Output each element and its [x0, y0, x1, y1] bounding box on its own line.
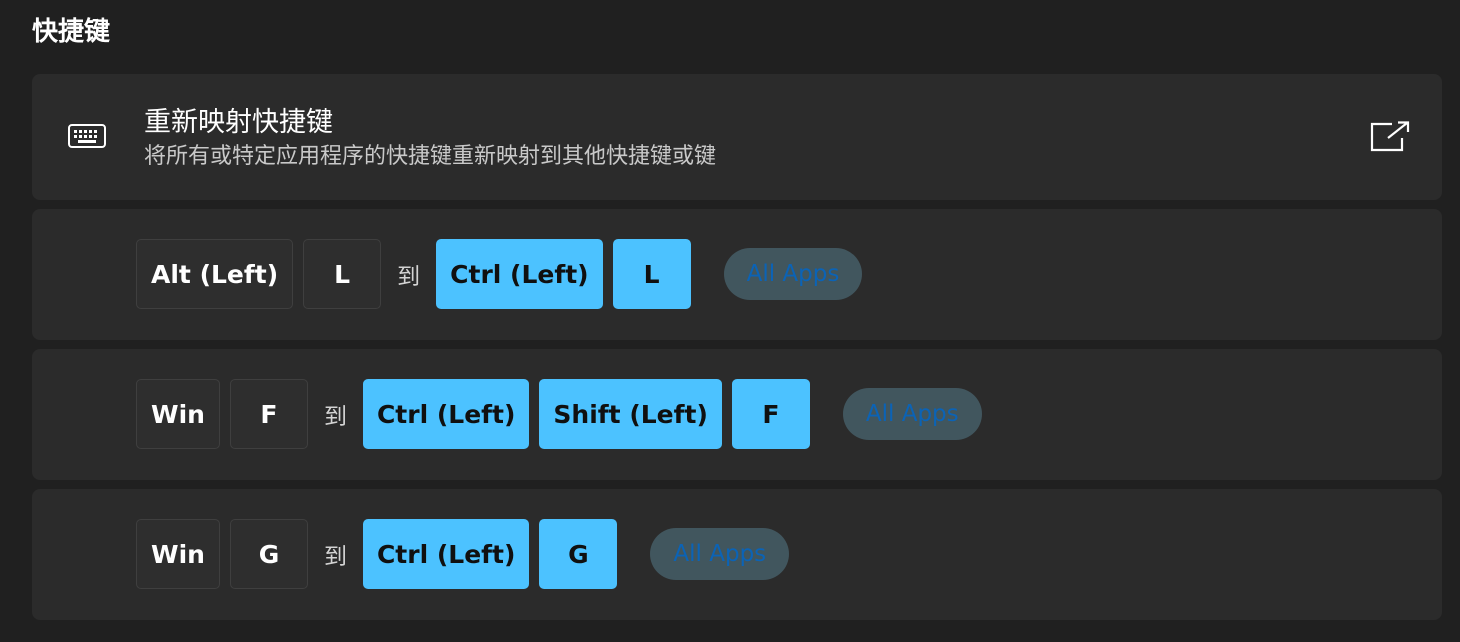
target-app-badge[interactable]: All Apps: [723, 248, 863, 300]
remap-shortcuts-card[interactable]: 重新映射快捷键 将所有或特定应用程序的快捷键重新映射到其他快捷键或键: [32, 74, 1442, 200]
source-key: F: [229, 379, 308, 449]
target-app-badge[interactable]: All Apps: [650, 528, 790, 580]
target-app-badge[interactable]: All Apps: [842, 388, 982, 440]
target-key: Shift (Left): [539, 379, 722, 449]
target-key: L: [612, 239, 691, 309]
mapping-separator-label: 到: [323, 544, 347, 570]
source-key: G: [229, 519, 308, 589]
remap-shortcuts-description: 将所有或特定应用程序的快捷键重新映射到其他快捷键或键: [144, 144, 717, 169]
target-key: Ctrl (Left): [362, 519, 530, 589]
target-key: Ctrl (Left): [362, 379, 530, 449]
mapping-keys: Win G 到 Ctrl (Left) G All Apps: [136, 518, 790, 590]
target-key: G: [539, 519, 618, 589]
shortcut-mapping-row: Alt (Left) L 到 Ctrl (Left) L All Apps: [32, 209, 1442, 340]
source-key: Win: [136, 519, 220, 589]
target-key: Ctrl (Left): [436, 239, 603, 309]
source-key: Alt (Left): [136, 239, 294, 309]
shortcuts-page: 快捷键 重新映射快捷键 将所有或特定应用程序的快捷键重新映射到其他快捷键或键 A…: [0, 0, 1460, 642]
section-title: 快捷键: [32, 17, 111, 47]
mapping-separator-label: 到: [323, 404, 347, 430]
source-key: L: [303, 239, 382, 309]
keyboard-icon: [68, 124, 106, 148]
source-key: Win: [136, 379, 220, 449]
target-key: F: [731, 379, 810, 449]
remap-shortcuts-title: 重新映射快捷键: [144, 107, 333, 138]
mapping-keys: Win F 到 Ctrl (Left) Shift (Left) F All A…: [136, 378, 982, 450]
mapping-separator-label: 到: [397, 264, 421, 290]
mapping-keys: Alt (Left) L 到 Ctrl (Left) L All Apps: [136, 238, 863, 310]
shortcut-mapping-row: Win G 到 Ctrl (Left) G All Apps: [32, 489, 1442, 620]
remap-shortcuts-text: 重新映射快捷键 将所有或特定应用程序的快捷键重新映射到其他快捷键或键: [144, 104, 716, 172]
open-external-icon[interactable]: [1370, 120, 1410, 152]
shortcut-mapping-row: Win F 到 Ctrl (Left) Shift (Left) F All A…: [32, 349, 1442, 480]
